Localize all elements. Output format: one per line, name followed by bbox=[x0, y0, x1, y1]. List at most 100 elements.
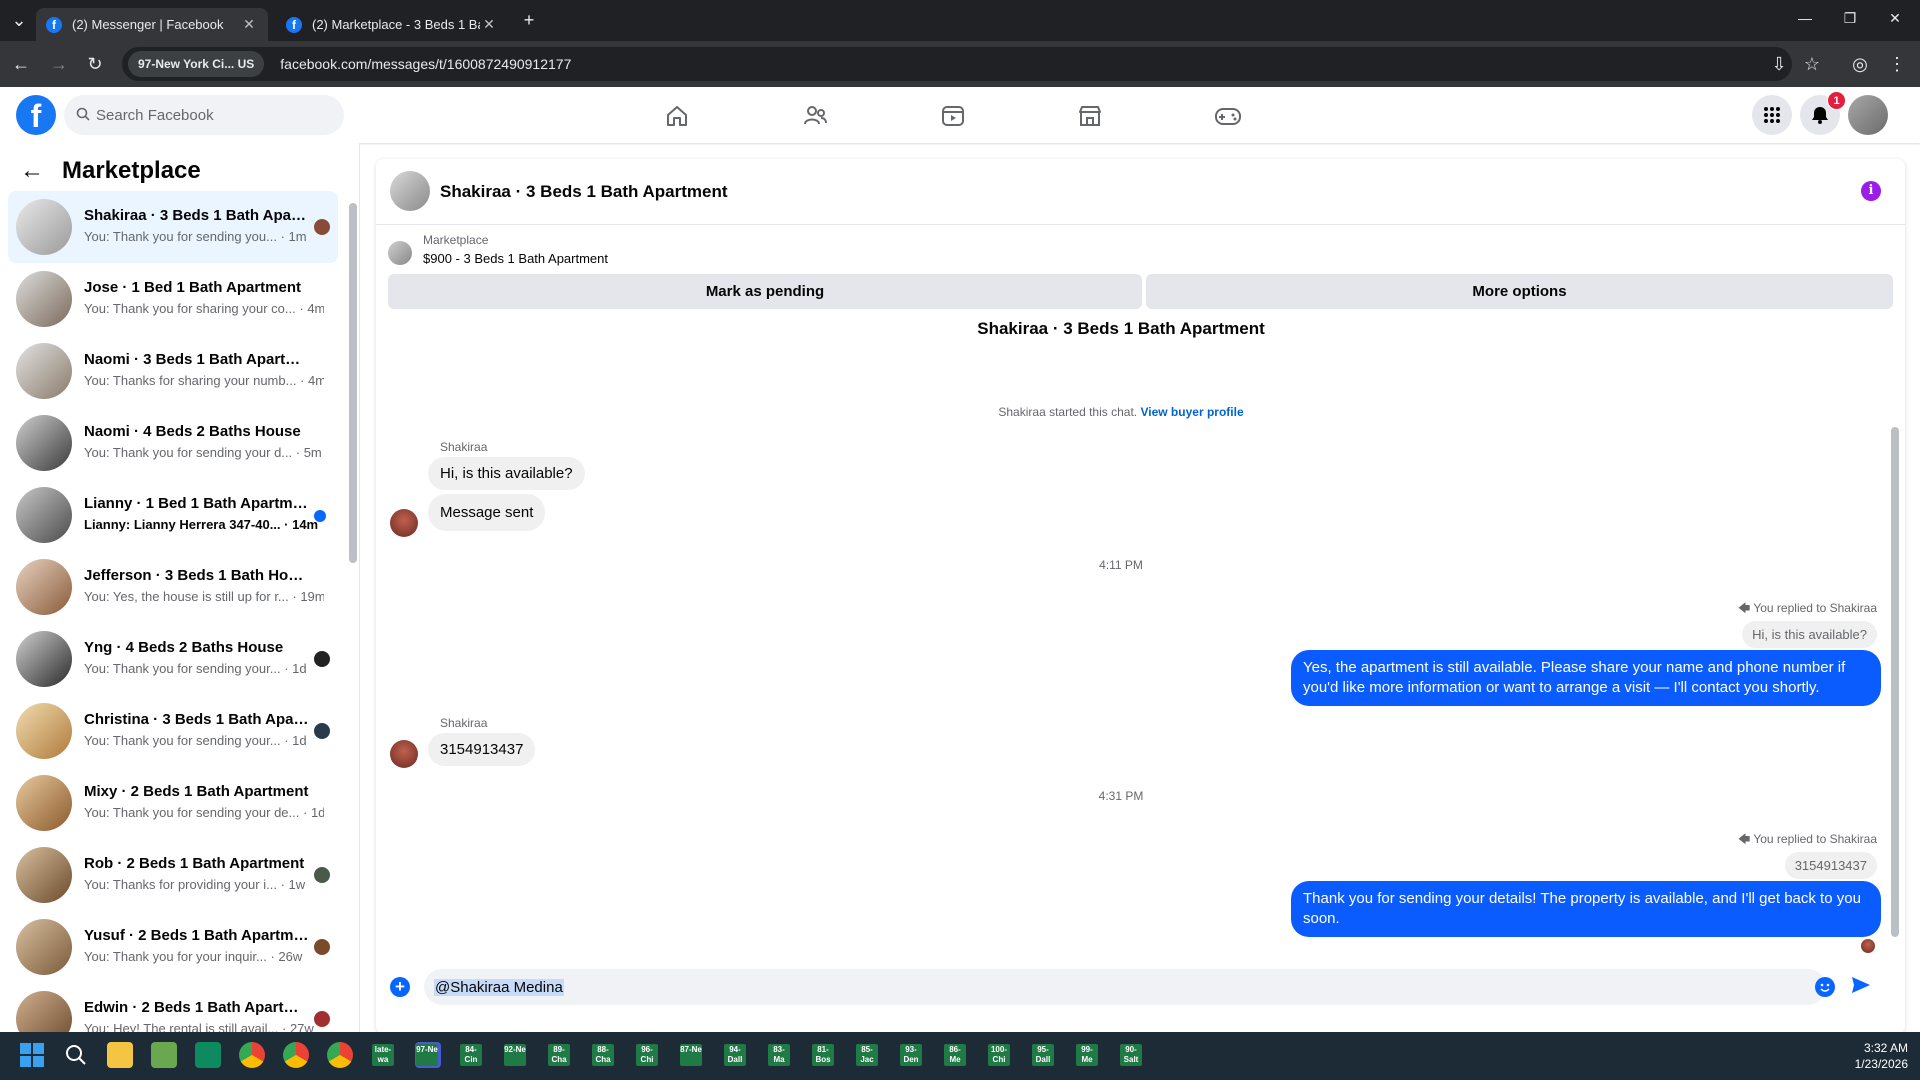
chrome-icon[interactable] bbox=[283, 1042, 309, 1068]
windows-start-icon[interactable] bbox=[19, 1042, 45, 1068]
info-icon[interactable]: i bbox=[1861, 181, 1881, 201]
avatar bbox=[314, 723, 330, 739]
sheet-app-icon[interactable]: 81-Bos bbox=[812, 1044, 834, 1066]
file-explorer-icon[interactable] bbox=[107, 1042, 133, 1068]
sheet-app-icon[interactable]: late-wa bbox=[372, 1044, 394, 1066]
sheet-app-icon[interactable]: 94-Dall bbox=[724, 1044, 746, 1066]
avatar bbox=[314, 1011, 330, 1027]
view-buyer-profile-link[interactable]: View buyer profile bbox=[1140, 405, 1243, 419]
conversation-item[interactable]: Naomi · 4 Beds 2 Baths House You: Thank y… bbox=[8, 407, 338, 479]
sheet-app-icon[interactable]: 83-Ma bbox=[768, 1044, 790, 1066]
add-attachment-button[interactable]: + bbox=[390, 977, 410, 997]
sheet-app-icon[interactable]: 97-Ne bbox=[416, 1044, 438, 1066]
back-arrow-icon[interactable]: ← bbox=[20, 157, 44, 185]
notepad-icon[interactable] bbox=[151, 1042, 177, 1068]
conversation-item[interactable]: Shakiraa · 3 Beds 1 Bath Apart... You: Th… bbox=[8, 191, 338, 263]
url-field[interactable]: 97-New York Ci... US facebook.com/messag… bbox=[122, 47, 1792, 81]
sheet-app-icon[interactable]: 89-Cha bbox=[548, 1044, 570, 1066]
install-icon[interactable]: ⇩ bbox=[1768, 53, 1790, 75]
site-info-chip[interactable]: 97-New York Ci... US bbox=[128, 51, 265, 77]
sheet-app-icon[interactable]: 90-Salt bbox=[1120, 1044, 1142, 1066]
conversation-item[interactable]: Jose · 1 Bed 1 Bath Apartment You: Thank … bbox=[8, 263, 338, 335]
conversation-snippet: You: Thank you for sending you... · 1m bbox=[84, 229, 324, 244]
chat-panel: Shakiraa · 3 Beds 1 Bath Apartment i Mar… bbox=[376, 159, 1905, 1034]
avatar[interactable] bbox=[390, 509, 418, 537]
conversation-item[interactable]: Jefferson · 3 Beds 1 Bath House You: Yes,… bbox=[8, 551, 338, 623]
avatar[interactable] bbox=[390, 740, 418, 768]
sheet-app-icon[interactable]: 93-Den bbox=[900, 1044, 922, 1066]
quoted-message[interactable]: 3154913437 bbox=[1784, 852, 1877, 879]
sheet-app-icon[interactable]: 88-Cha bbox=[592, 1044, 614, 1066]
snippet-time: · 1m bbox=[280, 229, 307, 244]
tab-search-icon[interactable]: ⌄ bbox=[8, 9, 30, 31]
sheet-app-icon[interactable]: 100-Chi bbox=[988, 1044, 1010, 1066]
tab-messenger[interactable]: f (2) Messenger | Facebook ✕ bbox=[36, 8, 268, 41]
send-icon[interactable] bbox=[1850, 974, 1872, 996]
friends-icon[interactable] bbox=[800, 101, 830, 131]
incoming-message[interactable]: Message sent bbox=[428, 494, 546, 531]
avatar[interactable] bbox=[390, 171, 430, 211]
conversation-item[interactable]: Rob · 2 Beds 1 Bath Apartment You: Thanks… bbox=[8, 839, 338, 911]
search-icon[interactable] bbox=[63, 1042, 89, 1068]
sheet-app-icon[interactable]: 87-Ne bbox=[680, 1044, 702, 1066]
avatar bbox=[314, 867, 330, 883]
mark-as-pending-button[interactable]: Mark as pending bbox=[388, 274, 1142, 309]
sheet-app-icon[interactable]: 96-Chi bbox=[636, 1044, 658, 1066]
close-icon[interactable]: ✕ bbox=[480, 16, 498, 33]
forward-icon[interactable]: → bbox=[48, 53, 70, 75]
thread-title: Shakiraa · 3 Beds 1 Bath Apartment bbox=[977, 319, 1265, 338]
sheet-app-icon[interactable]: 85-Jac bbox=[856, 1044, 878, 1066]
sheet-app-icon[interactable]: 99-Me bbox=[1076, 1044, 1098, 1066]
chat-title[interactable]: Shakiraa · 3 Beds 1 Bath Apartment bbox=[440, 182, 728, 202]
clock[interactable]: 3:32 AM 1/23/2026 bbox=[1855, 1040, 1908, 1072]
video-icon[interactable] bbox=[938, 101, 968, 131]
incoming-message[interactable]: 3154913437 bbox=[428, 733, 536, 766]
gaming-icon[interactable] bbox=[1213, 101, 1243, 131]
chrome-icon[interactable] bbox=[239, 1042, 265, 1068]
replied-text: You replied to Shakiraa bbox=[1753, 832, 1877, 846]
search-input[interactable]: Search Facebook bbox=[64, 95, 344, 135]
conversation-item[interactable]: Edwin · 2 Beds 1 Bath Apartm... You: Hey!… bbox=[8, 983, 338, 1033]
reload-icon[interactable]: ↻ bbox=[84, 53, 106, 75]
chrome-icon[interactable] bbox=[327, 1042, 353, 1068]
snippet-text: You: Thank you for sending your... bbox=[84, 733, 281, 748]
listing-thumbnail bbox=[388, 241, 412, 265]
close-icon[interactable]: ✕ bbox=[240, 16, 258, 33]
sidebar-scrollbar[interactable] bbox=[349, 203, 357, 563]
quoted-message[interactable]: Hi, is this available? bbox=[1742, 621, 1877, 648]
conversation-item[interactable]: Christina · 3 Beds 1 Bath Apart... You: T… bbox=[8, 695, 338, 767]
more-options-button[interactable]: More options bbox=[1146, 274, 1893, 309]
sheet-app-icon[interactable]: 86-Me bbox=[944, 1044, 966, 1066]
emoji-icon[interactable] bbox=[1815, 977, 1835, 997]
conversation-name: Mixy · 2 Beds 1 Bath Apartment bbox=[84, 783, 309, 800]
outgoing-message[interactable]: Yes, the apartment is still available. P… bbox=[1291, 650, 1881, 706]
profile-icon[interactable]: ◎ bbox=[1849, 53, 1871, 75]
conversation-item[interactable]: Mixy · 2 Beds 1 Bath Apartment You: Thank… bbox=[8, 767, 338, 839]
sheet-app-icon[interactable]: 92-Ne bbox=[504, 1044, 526, 1066]
restore-icon[interactable]: ❐ bbox=[1835, 10, 1865, 27]
menu-kebab-icon[interactable]: ⋮ bbox=[1886, 53, 1908, 75]
menu-grid-button[interactable] bbox=[1752, 95, 1792, 135]
back-icon[interactable]: ← bbox=[10, 53, 32, 75]
sheet-app-icon[interactable]: 84-Cin bbox=[460, 1044, 482, 1066]
chat-scrollbar[interactable] bbox=[1891, 427, 1899, 937]
outgoing-message[interactable]: Thank you for sending your details! The … bbox=[1291, 881, 1881, 937]
conversation-item[interactable]: Yng · 4 Beds 2 Baths House You: Thank you… bbox=[8, 623, 338, 695]
new-tab-icon[interactable]: + bbox=[518, 9, 540, 31]
seen-avatar bbox=[1861, 939, 1875, 953]
sheet-app-icon[interactable]: 95-Dall bbox=[1032, 1044, 1054, 1066]
minimize-icon[interactable]: — bbox=[1790, 10, 1820, 26]
incoming-message[interactable]: Hi, is this available? bbox=[428, 457, 585, 490]
conversation-item[interactable]: Naomi · 3 Beds 1 Bath Apartment You: Than… bbox=[8, 335, 338, 407]
tab-marketplace[interactable]: f (2) Marketplace - 3 Beds 1 Bath ✕ bbox=[276, 8, 508, 41]
app-icon[interactable] bbox=[195, 1042, 221, 1068]
avatar[interactable] bbox=[1848, 95, 1888, 135]
conversation-item[interactable]: Lianny · 1 Bed 1 Bath Apartment Lianny: L… bbox=[8, 479, 338, 551]
window-close-icon[interactable]: ✕ bbox=[1880, 10, 1910, 27]
bookmark-star-icon[interactable]: ☆ bbox=[1801, 53, 1823, 75]
conversation-item[interactable]: Yusuf · 2 Beds 1 Bath Apartment You: Than… bbox=[8, 911, 338, 983]
facebook-logo-icon[interactable]: f bbox=[16, 95, 56, 135]
home-icon[interactable] bbox=[662, 101, 692, 131]
marketplace-icon[interactable] bbox=[1075, 101, 1105, 131]
message-input[interactable]: @Shakiraa Medina bbox=[424, 969, 1826, 1005]
